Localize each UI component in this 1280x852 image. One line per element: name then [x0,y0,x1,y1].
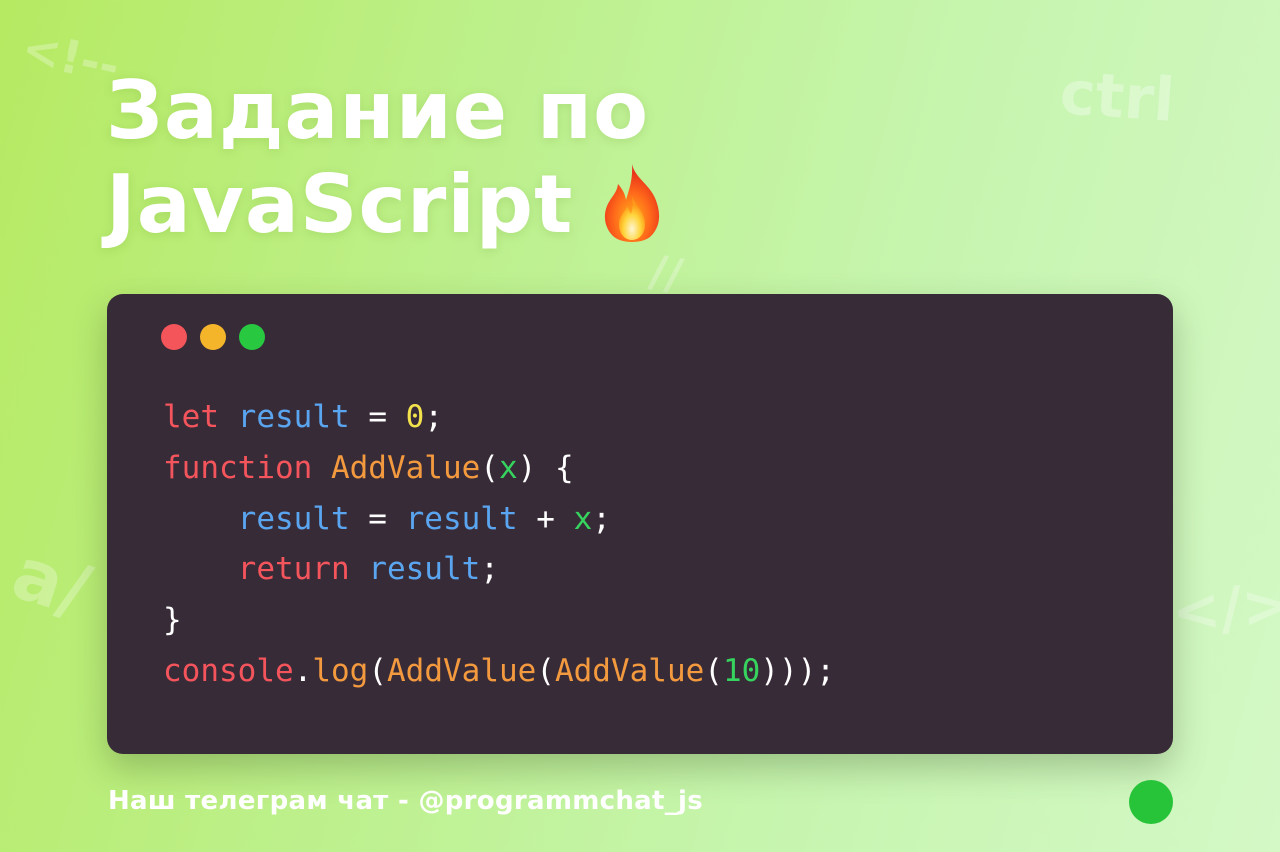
code-line: } [163,595,835,646]
code-token-punct [350,551,369,587]
fire-icon [605,164,660,243]
code-token-identifier: result [237,399,350,435]
code-token-param: 10 [722,652,761,689]
title-line-1: Задание по [106,64,650,157]
close-dot-icon [161,324,187,350]
code-token-keyword: return [237,551,350,588]
code-token-punct: ) { [517,449,574,486]
code-token-keyword: function [163,449,313,486]
code-token-punct: + [517,500,574,537]
code-token-punct: = [349,500,406,537]
code-token-keyword: let [163,399,219,435]
code-token-function-name: AddValue [387,652,537,689]
code-token-identifier: result [368,551,481,588]
code-token-punct: ( [536,652,555,689]
code-line: console.log(AddValue(AddValue(10))); [163,646,835,697]
code-token-param: x [573,500,593,537]
code-token-punct [219,399,238,435]
code-token-punct: ; [592,500,611,537]
code-token-punct [312,450,331,486]
code-window: let result = 0; function AddValue(x) { re… [107,294,1173,754]
code-token-function-name: AddValue [554,652,705,689]
code-line: let result = 0; [163,392,835,443]
code-token-function-name: log [312,652,369,689]
status-dot-icon [1129,780,1173,824]
code-token-punct: = [349,399,406,435]
code-line: return result; [163,544,835,595]
page-title: Задание по JavaScript [106,64,669,252]
maximize-dot-icon [239,324,265,350]
bg-glyph-tag: </> [1169,569,1280,647]
code-line: result = result + x; [163,494,835,545]
code-token-punct: ( [704,652,723,689]
bg-glyph-ctrl: ctrl [1057,58,1177,136]
code-token-number: 0 [405,399,425,435]
code-token-punct: ; [480,551,499,588]
code-token-punct [163,501,238,537]
code-token-punct: ))); [760,652,835,689]
code-token-punct: ( [480,449,499,486]
code-token-function-name: AddValue [330,449,481,486]
bg-glyph-a-slash: a/ [2,530,101,634]
title-line-2: JavaScript [106,158,669,252]
telegram-chat-link[interactable]: Наш телеграм чат - @programmchat_js [108,786,703,816]
code-token-punct: . [293,652,313,689]
code-line: function AddValue(x) { [163,443,835,494]
title-line-2-text: JavaScript [106,158,574,251]
code-token-punct: } [163,602,182,639]
code-block: let result = 0; function AddValue(x) { re… [163,392,835,697]
code-token-identifier: result [405,500,518,537]
code-token-keyword: console [163,652,294,689]
code-token-punct [163,551,238,587]
code-token-punct: ; [424,399,443,435]
code-token-param: x [498,449,518,486]
minimize-dot-icon [200,324,226,350]
code-token-punct: ( [368,652,387,689]
window-controls [161,324,265,350]
code-token-identifier: result [237,500,350,537]
